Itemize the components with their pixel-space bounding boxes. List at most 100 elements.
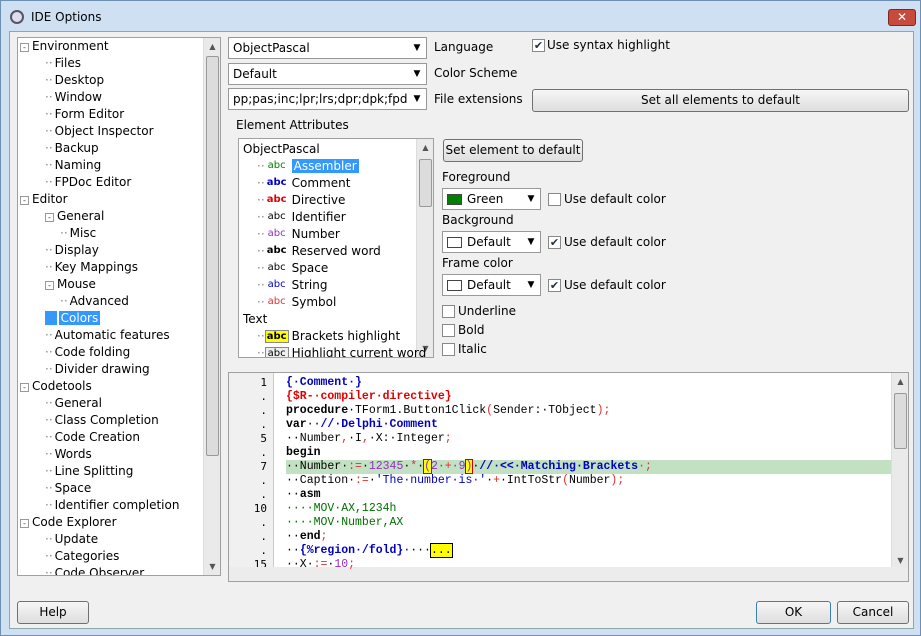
code-token: ·; [638, 460, 652, 473]
element-item[interactable]: ·· abc String [257, 277, 327, 294]
tree-line-icon: ·· [45, 124, 53, 138]
tree-item[interactable]: - General [45, 208, 104, 225]
tree-item[interactable]: ·· Colors [45, 310, 101, 327]
collapse-icon[interactable]: - [45, 281, 54, 290]
tree-item[interactable]: - Codetools [20, 378, 92, 395]
italic-checkbox[interactable] [442, 343, 455, 356]
collapse-icon[interactable]: - [20, 196, 29, 205]
ok-button[interactable]: OK [756, 601, 831, 624]
tree-item[interactable]: ·· Space [45, 480, 91, 497]
tree-item[interactable]: ·· Naming [45, 157, 101, 174]
tree-item[interactable]: ·· Code Creation [45, 429, 140, 446]
help-button[interactable]: Help [17, 601, 89, 624]
foreground-color-select[interactable]: Green ▼ [442, 188, 541, 210]
tree-item[interactable]: ·· Identifier completion [45, 497, 179, 514]
bold-checkbox[interactable] [442, 324, 455, 337]
scroll-thumb[interactable] [894, 393, 907, 449]
frame-default-checkbox[interactable]: ✔ [548, 279, 561, 292]
tree-line-icon: ·· [45, 107, 53, 121]
editor-vscrollbar[interactable]: ▲ ▼ [891, 373, 908, 569]
tree-item[interactable]: - Editor [20, 191, 68, 208]
tree-item[interactable]: ·· Update [45, 531, 98, 548]
language-label: Language [434, 40, 494, 54]
element-label: Reserved word [291, 244, 381, 258]
element-group[interactable]: ObjectPascal [243, 141, 320, 158]
tree-item[interactable]: ·· Backup [45, 140, 99, 157]
tree-item[interactable]: ·· Display [45, 242, 99, 259]
tree-item[interactable]: - Mouse [45, 276, 96, 293]
scroll-up-icon[interactable]: ▲ [204, 38, 220, 55]
tree-item[interactable]: ·· Class Completion [45, 412, 159, 429]
tree-item[interactable]: ·· Categories [45, 548, 119, 565]
scroll-thumb[interactable] [206, 56, 219, 456]
collapse-icon[interactable]: - [20, 43, 29, 52]
tree-item[interactable]: ·· General [45, 395, 102, 412]
language-select[interactable]: ObjectPascal ▼ [228, 37, 427, 59]
ext-value: pp;pas;inc;lpr;lrs;dpr;dpk;fpd [233, 92, 408, 106]
element-item[interactable]: ·· abc Number [257, 226, 340, 243]
collapse-icon[interactable]: - [20, 519, 29, 528]
element-item[interactable]: ·· abc Identifier [257, 209, 346, 226]
scroll-thumb[interactable] [419, 159, 432, 207]
underline-checkbox[interactable] [442, 305, 455, 318]
color-scheme-select[interactable]: Default ▼ [228, 63, 427, 85]
collapse-icon[interactable]: - [45, 213, 54, 222]
collapse-icon[interactable]: - [20, 383, 29, 392]
tree-item[interactable]: ·· Form Editor [45, 106, 124, 123]
element-item[interactable]: ·· abc Symbol [257, 294, 336, 311]
code-preview-editor[interactable]: 1... 5. 7.. 10... 15 ▲ ▼ {·Comment·} {$R-·com… [228, 372, 909, 582]
tree-line-icon: ·· [45, 90, 53, 104]
file-extensions-select[interactable]: pp;pas;inc;lpr;lrs;dpr;dpk;fpd ▼ [228, 88, 427, 110]
tree-item[interactable]: ·· Misc [60, 225, 96, 242]
tree-item[interactable]: - Code Explorer [20, 514, 117, 531]
tree-item[interactable]: ·· Advanced [60, 293, 129, 310]
tree-line-icon: ·· [45, 447, 53, 461]
tree-item-label: Key Mappings [54, 260, 138, 274]
background-color-select[interactable]: Default ▼ [442, 231, 541, 253]
element-list[interactable]: ▲ ▼ ObjectPascal ·· abc Assembler ·· abc Comme… [238, 138, 434, 358]
tree-item[interactable]: ·· Automatic features [45, 327, 170, 344]
code-token: 12345 [368, 460, 404, 473]
tree-item[interactable]: ·· Divider drawing [45, 361, 150, 378]
code-line: ··Number,·I,·X:·Integer; [286, 432, 452, 446]
tree-scrollbar[interactable]: ▲ ▼ [203, 38, 220, 575]
tree-item[interactable]: ·· Desktop [45, 72, 104, 89]
tree-item[interactable]: ·· Key Mappings [45, 259, 138, 276]
element-item[interactable]: ·· abc Directive [257, 192, 345, 209]
syntax-highlight-checkbox[interactable]: ✔ [532, 39, 545, 52]
element-group[interactable]: Text [243, 311, 267, 328]
close-button[interactable]: ✕ [888, 9, 916, 26]
cancel-button[interactable]: Cancel [837, 601, 909, 624]
fg-default-checkbox[interactable] [548, 193, 561, 206]
element-item[interactable]: ·· abc Space [257, 260, 328, 277]
tree-item[interactable]: ·· Code folding [45, 344, 130, 361]
set-all-default-button[interactable]: Set all elements to default [532, 89, 909, 112]
tree-item[interactable]: - Environment [20, 38, 109, 55]
code-token: ( [562, 474, 569, 487]
frame-color-select[interactable]: Default ▼ [442, 274, 541, 296]
element-list-scrollbar[interactable]: ▲ ▼ [416, 139, 433, 357]
tree-item[interactable]: ·· Files [45, 55, 81, 72]
tree-item[interactable]: ·· Line Splitting [45, 463, 133, 480]
element-item[interactable]: ·· abc Reserved word [257, 243, 381, 260]
element-item[interactable]: ·· abc Comment [257, 175, 350, 192]
code-token: ··Number [286, 432, 342, 445]
code-token: ; [348, 558, 356, 571]
tree-item[interactable]: ·· Object Inspector [45, 123, 154, 140]
bg-default-checkbox[interactable]: ✔ [548, 236, 561, 249]
code-line: ····MOV·AX,1234h [286, 502, 396, 516]
scroll-down-icon[interactable]: ▼ [204, 558, 220, 575]
tree-item[interactable]: ·· FPDoc Editor [45, 174, 131, 191]
set-element-default-button[interactable]: Set element to default [443, 139, 583, 162]
element-item[interactable]: ·· abc Highlight current word [257, 345, 426, 357]
element-item[interactable]: ·· abc Brackets highlight [257, 328, 400, 345]
tree-item[interactable]: ·· Window [45, 89, 102, 106]
tree-item[interactable]: ·· Words [45, 446, 92, 463]
scroll-up-icon[interactable]: ▲ [892, 373, 908, 390]
scroll-up-icon[interactable]: ▲ [417, 139, 433, 156]
element-label: String [291, 278, 328, 292]
code-token: ·· [286, 544, 300, 557]
element-item[interactable]: ·· abc Assembler [257, 158, 359, 175]
options-tree[interactable]: ▲ ▼ - Environment ·· Files ·· Desktop ·· Window… [17, 37, 221, 576]
tree-item[interactable]: ·· Code Observer [45, 565, 144, 575]
